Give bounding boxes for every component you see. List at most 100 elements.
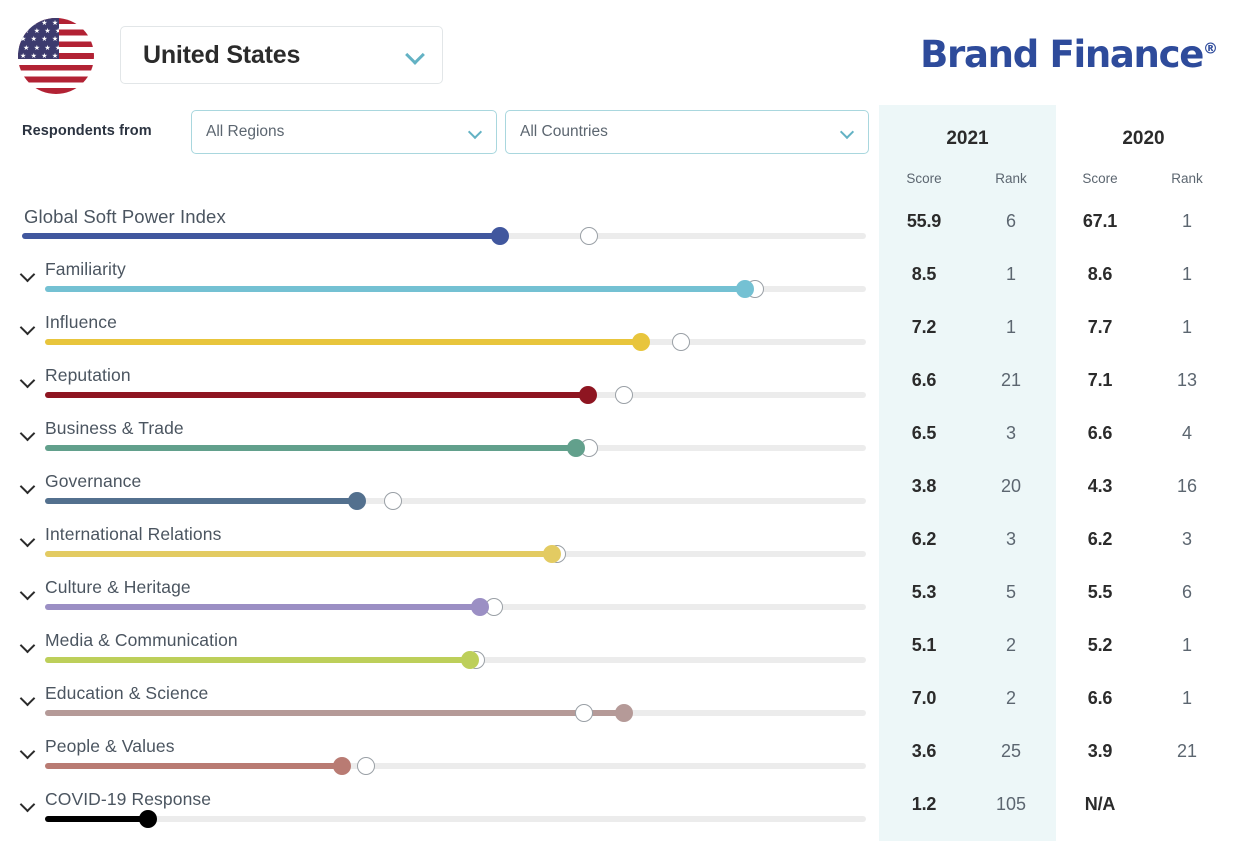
region-filter-value: All Regions <box>206 123 284 141</box>
metric-slider-previous-marker[interactable] <box>615 386 633 404</box>
cell-score-2021: 7.2 <box>879 317 969 338</box>
year-header-2020: 2020 <box>1055 128 1232 150</box>
metric-slider-current-marker[interactable] <box>615 704 633 722</box>
metric-slider-track[interactable] <box>45 710 866 716</box>
chevron-down-icon[interactable] <box>20 267 36 283</box>
metric-slider-fill <box>45 604 480 610</box>
metric-slider-current-marker[interactable] <box>491 227 509 245</box>
brand-finance-logo-text: Brand Finance <box>920 33 1203 76</box>
respondents-from-label: Respondents from <box>22 123 152 139</box>
chevron-down-icon[interactable] <box>20 744 36 760</box>
metric-slider-track[interactable] <box>45 286 866 292</box>
chevron-down-icon[interactable] <box>405 45 425 65</box>
metric-row-label: Education & Science <box>45 683 208 704</box>
metric-slider-previous-marker[interactable] <box>672 333 690 351</box>
chevron-down-icon[interactable] <box>20 373 36 389</box>
cell-score-2020: 6.6 <box>1055 688 1145 709</box>
metric-row: Media & Communication5.125.21 <box>0 624 1240 677</box>
metric-slider-current-marker[interactable] <box>632 333 650 351</box>
metric-slider-previous-marker[interactable] <box>580 227 598 245</box>
metric-row: People & Values3.6253.921 <box>0 730 1240 783</box>
metric-row: Culture & Heritage5.355.56 <box>0 571 1240 624</box>
cell-score-2021: 3.6 <box>879 741 969 762</box>
cell-score-2020: 67.1 <box>1055 211 1145 232</box>
cell-rank-2020: 1 <box>1142 264 1232 285</box>
metric-slider-current-marker[interactable] <box>471 598 489 616</box>
cell-score-2020: 8.6 <box>1055 264 1145 285</box>
cell-rank-2021: 6 <box>966 211 1056 232</box>
chevron-down-icon[interactable] <box>20 320 36 336</box>
metric-slider-fill <box>45 816 148 822</box>
cell-rank-2020: 4 <box>1142 423 1232 444</box>
cell-rank-2021: 1 <box>966 317 1056 338</box>
metric-slider-track[interactable] <box>45 604 866 610</box>
metric-slider-fill <box>45 498 357 504</box>
region-filter-select[interactable]: All Regions <box>191 110 497 154</box>
metric-row-label: Influence <box>45 312 117 333</box>
cell-rank-2020: 21 <box>1142 741 1232 762</box>
chevron-down-icon[interactable] <box>20 691 36 707</box>
cell-score-2020: 7.1 <box>1055 370 1145 391</box>
metric-slider-fill <box>45 339 641 345</box>
metric-row: COVID-19 Response1.2105N/A <box>0 783 1240 836</box>
cell-score-2021: 6.2 <box>879 529 969 550</box>
metric-row-label: Familiarity <box>45 259 126 280</box>
chevron-down-icon[interactable] <box>20 638 36 654</box>
metric-slider-fill <box>45 710 624 716</box>
cell-rank-2021: 21 <box>966 370 1056 391</box>
cell-rank-2020: 16 <box>1142 476 1232 497</box>
cell-rank-2021: 20 <box>966 476 1056 497</box>
cell-rank-2020: 13 <box>1142 370 1232 391</box>
metric-row: Influence7.217.71 <box>0 306 1240 359</box>
metric-slider-track[interactable] <box>45 339 866 345</box>
metric-row: Business & Trade6.536.64 <box>0 412 1240 465</box>
cell-rank-2020: 1 <box>1142 635 1232 656</box>
metric-slider-track[interactable] <box>45 498 866 504</box>
metric-slider-current-marker[interactable] <box>333 757 351 775</box>
subheader-score-2020: Score <box>1055 171 1145 186</box>
cell-score-2021: 55.9 <box>879 211 969 232</box>
metric-slider-track[interactable] <box>45 392 866 398</box>
metric-rows: Global Soft Power Index55.9667.11Familia… <box>0 200 1240 836</box>
country-select[interactable]: United States <box>120 26 443 84</box>
metric-slider-current-marker[interactable] <box>579 386 597 404</box>
country-filter-value: All Countries <box>520 123 608 141</box>
metric-row: Global Soft Power Index55.9667.11 <box>0 200 1240 253</box>
cell-rank-2020: 1 <box>1142 688 1232 709</box>
chevron-down-icon[interactable] <box>20 426 36 442</box>
metric-slider-track[interactable] <box>45 445 866 451</box>
chevron-down-icon[interactable] <box>840 125 854 139</box>
metric-row: Education & Science7.026.61 <box>0 677 1240 730</box>
cell-rank-2021: 2 <box>966 688 1056 709</box>
us-flag-icon: ★ ★ ★ ★ ★ ★ ★ ★ ★ ★ ★ ★ ★ ★ ★ ★ ★ ★ ★ ★ <box>18 18 94 94</box>
metric-row: Familiarity8.518.61 <box>0 253 1240 306</box>
metric-slider-current-marker[interactable] <box>139 810 157 828</box>
metric-row-label: Reputation <box>45 365 131 386</box>
metric-slider-current-marker[interactable] <box>348 492 366 510</box>
metric-slider-previous-marker[interactable] <box>575 704 593 722</box>
metric-row: Reputation6.6217.113 <box>0 359 1240 412</box>
metric-slider-track[interactable] <box>45 657 866 663</box>
cell-score-2021: 3.8 <box>879 476 969 497</box>
metric-slider-previous-marker[interactable] <box>357 757 375 775</box>
registered-mark-icon: ® <box>1203 40 1218 58</box>
metric-slider-track[interactable] <box>45 551 866 557</box>
chevron-down-icon[interactable] <box>20 532 36 548</box>
metric-slider-track[interactable] <box>45 763 866 769</box>
cell-rank-2020: 3 <box>1142 529 1232 550</box>
chevron-down-icon[interactable] <box>20 479 36 495</box>
country-select-label: United States <box>143 41 300 70</box>
cell-score-2021: 5.1 <box>879 635 969 656</box>
metric-slider-track[interactable] <box>22 233 866 239</box>
metric-slider-track[interactable] <box>45 816 866 822</box>
chevron-down-icon[interactable] <box>20 585 36 601</box>
subheader-score-2021: Score <box>879 171 969 186</box>
cell-rank-2021: 105 <box>966 794 1056 815</box>
metric-row-label: People & Values <box>45 736 175 757</box>
chevron-down-icon[interactable] <box>468 125 482 139</box>
metric-row-label: Global Soft Power Index <box>24 206 226 228</box>
cell-score-2020: 5.2 <box>1055 635 1145 656</box>
metric-slider-previous-marker[interactable] <box>384 492 402 510</box>
country-filter-select[interactable]: All Countries <box>505 110 869 154</box>
chevron-down-icon[interactable] <box>20 797 36 813</box>
